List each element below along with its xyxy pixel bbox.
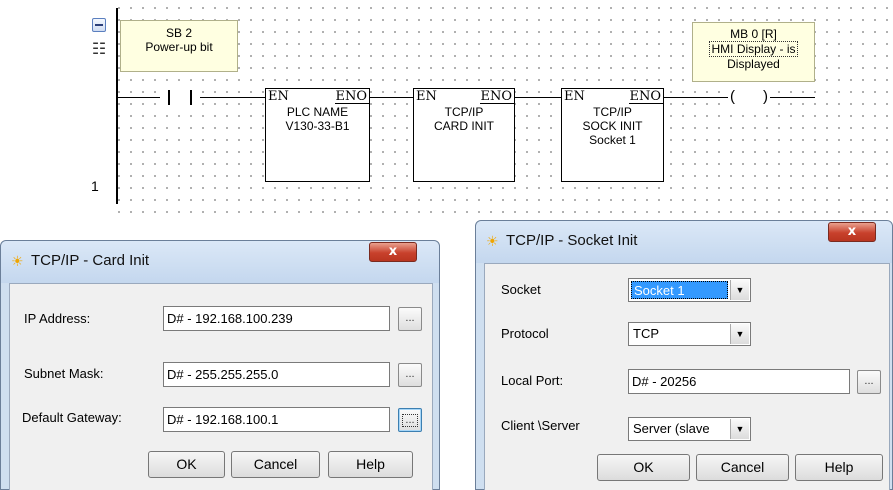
eno-pin: ENO xyxy=(335,89,369,104)
contact-address: SB 2 xyxy=(165,26,192,40)
socket-value: Socket 1 xyxy=(631,281,728,299)
collapse-icon[interactable] xyxy=(92,18,106,32)
card-init-title: TCP/IP - Card Init xyxy=(31,252,150,269)
ip-address-browse-button[interactable]: ... xyxy=(398,307,422,331)
rung-wire xyxy=(200,97,265,98)
chevron-down-icon[interactable]: ▼ xyxy=(730,419,749,439)
block-line: V130-33-B1 xyxy=(285,119,350,133)
help-button[interactable]: Help xyxy=(328,451,413,478)
rung-wire xyxy=(664,97,728,98)
coil-description-2: Displayed xyxy=(727,57,780,71)
socket-select[interactable]: Socket 1 ▼ xyxy=(628,278,751,302)
protocol-value: TCP xyxy=(633,326,659,341)
block-line: CARD INIT xyxy=(434,119,494,133)
client-server-label: Client \Server xyxy=(501,418,580,433)
card-init-titlebar[interactable]: ☀ TCP/IP - Card Init x xyxy=(1,241,439,283)
function-block-card-init[interactable]: EN ENO TCP/IP CARD INIT xyxy=(413,88,515,182)
ok-button[interactable]: OK xyxy=(597,454,690,481)
ip-address-label: IP Address: xyxy=(24,311,91,326)
client-server-select[interactable]: Server (slave ▼ xyxy=(628,417,751,441)
socket-init-title: TCP/IP - Socket Init xyxy=(506,232,638,249)
cancel-button[interactable]: Cancel xyxy=(696,454,789,481)
no-contact[interactable] xyxy=(160,90,200,106)
default-gateway-browse-button[interactable]: ... xyxy=(398,408,422,432)
coil-address: MB 0 [R] xyxy=(730,27,777,41)
eno-pin: ENO xyxy=(480,89,514,104)
protocol-select[interactable]: TCP ▼ xyxy=(628,322,751,346)
block-line: TCP/IP xyxy=(444,105,484,119)
client-server-value: Server (slave xyxy=(633,421,710,436)
contact-comment[interactable]: SB 2 Power-up bit xyxy=(120,20,238,72)
card-init-dialog: ☀ TCP/IP - Card Init x IP Address: D# - … xyxy=(0,240,440,490)
function-block-sock-init[interactable]: EN ENO TCP/IP SOCK INIT Socket 1 xyxy=(561,88,664,182)
close-button[interactable]: x xyxy=(369,242,417,262)
block-line: TCP/IP xyxy=(593,105,632,119)
sun-icon: ☀ xyxy=(486,233,499,249)
rung-number: 1 xyxy=(91,178,99,194)
coil-comment[interactable]: MB 0 [R] HMI Display - is Displayed xyxy=(692,22,815,82)
contact-description: Power-up bit xyxy=(145,40,213,54)
block-line: PLC NAME xyxy=(286,105,349,119)
card-init-body: IP Address: D# - 192.168.100.239 ... Sub… xyxy=(9,283,433,490)
sun-icon: ☀ xyxy=(11,253,24,269)
socket-label: Socket xyxy=(501,282,541,297)
output-coil[interactable]: ( ) xyxy=(728,88,770,106)
subnet-mask-label: Subnet Mask: xyxy=(24,366,104,381)
function-block-plc-name[interactable]: EN ENO PLC NAME V130-33-B1 xyxy=(265,88,370,182)
local-port-label: Local Port: xyxy=(501,373,564,388)
socket-init-body: Socket Socket 1 ▼ Protocol TCP ▼ Local P… xyxy=(484,263,890,490)
help-button[interactable]: Help xyxy=(795,454,883,481)
socket-init-titlebar[interactable]: ☀ TCP/IP - Socket Init x xyxy=(476,221,892,263)
socket-init-dialog: ☀ TCP/IP - Socket Init x Socket Socket 1… xyxy=(475,220,893,490)
eno-pin: ENO xyxy=(629,89,663,104)
block-line: SOCK INIT xyxy=(582,119,643,133)
subnet-mask-field[interactable]: D# - 255.255.255.0 xyxy=(163,362,390,387)
default-gateway-label: Default Gateway: xyxy=(22,410,122,425)
cancel-button[interactable]: Cancel xyxy=(231,451,320,478)
rung-wire xyxy=(118,97,160,98)
left-power-rail xyxy=(116,8,118,204)
coil-right-paren: ) xyxy=(763,88,768,105)
ladder-gutter xyxy=(0,0,118,215)
local-port-field[interactable]: D# - 20256 xyxy=(628,369,850,394)
ladder-canvas[interactable]: ☷ 1 SB 2 Power-up bit MB 0 [R] HMI Displ… xyxy=(0,0,893,215)
local-port-browse-button[interactable]: ... xyxy=(857,370,881,394)
stack-icon[interactable]: ☷ xyxy=(88,40,110,60)
default-gateway-field[interactable]: D# - 192.168.100.1 xyxy=(163,407,390,432)
block-line: Socket 1 xyxy=(589,133,636,147)
coil-description: HMI Display - is xyxy=(709,41,798,57)
en-pin: EN xyxy=(564,89,585,104)
browse-label: ... xyxy=(402,414,418,427)
chevron-down-icon[interactable]: ▼ xyxy=(730,280,749,300)
en-pin: EN xyxy=(268,89,289,104)
chevron-down-icon[interactable]: ▼ xyxy=(730,324,749,344)
rung-wire xyxy=(515,97,561,98)
coil-left-paren: ( xyxy=(730,88,735,105)
protocol-label: Protocol xyxy=(501,326,549,341)
subnet-mask-browse-button[interactable]: ... xyxy=(398,363,422,387)
ok-button[interactable]: OK xyxy=(148,451,225,478)
en-pin: EN xyxy=(416,89,437,104)
ip-address-field[interactable]: D# - 192.168.100.239 xyxy=(163,306,390,331)
close-button[interactable]: x xyxy=(828,222,876,242)
rung-wire xyxy=(370,97,413,98)
rung-wire xyxy=(770,97,815,98)
